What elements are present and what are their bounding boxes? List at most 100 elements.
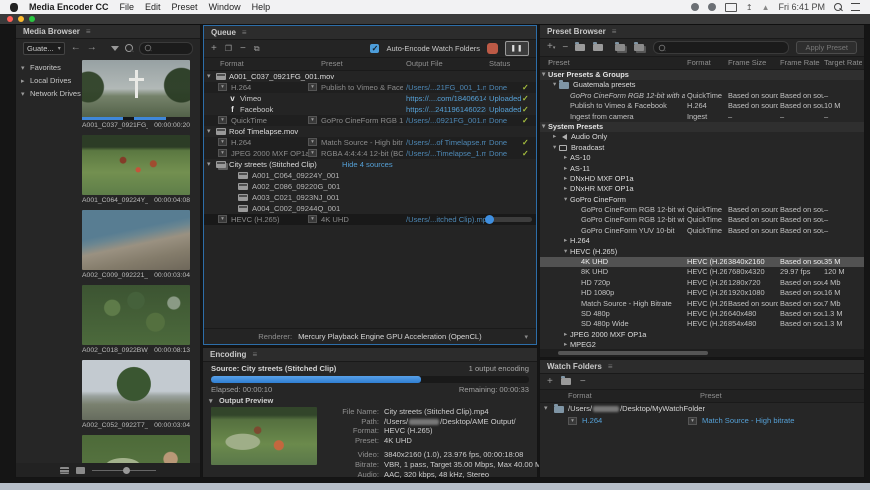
preset-row[interactable]: ▸JPEG 2000 MXF OP1a: [540, 330, 864, 340]
preset-row[interactable]: ▸H.264: [540, 236, 864, 246]
stop-queue-button[interactable]: [487, 43, 498, 54]
encoding-header[interactable]: Encoding ≡: [203, 348, 537, 362]
preset-row[interactable]: ▸DNxHR MXF OP1a: [540, 184, 864, 194]
col-target-rate[interactable]: Target Rate: [824, 57, 862, 69]
chevron-down-icon[interactable]: ▾: [564, 195, 567, 205]
col-preset[interactable]: Preset: [321, 58, 343, 70]
add-watch-folder-button[interactable]: +: [547, 377, 553, 387]
preset-row[interactable]: Match Source - High BitrateHEVC (H.265)B…: [540, 299, 864, 309]
preset-dropdown-icon[interactable]: ▾: [308, 149, 317, 157]
format-dropdown-icon[interactable]: ▾: [218, 149, 227, 157]
output-preset[interactable]: Publish to Vimeo & Face...: [321, 82, 403, 93]
preset-row[interactable]: ▸AS-10: [540, 153, 864, 163]
format-dropdown-icon[interactable]: ▾: [218, 116, 227, 124]
app-menu-title[interactable]: Media Encoder CC: [29, 2, 109, 12]
notification-center-icon[interactable]: [851, 3, 860, 11]
menu-item-edit[interactable]: Edit: [145, 2, 161, 12]
queue-row[interactable]: ▾H.264▾Match Source - High bitr.../Users…: [204, 137, 536, 148]
spotlight-search-icon[interactable]: [834, 3, 842, 11]
menu-item-preset[interactable]: Preset: [172, 2, 198, 12]
col-output-file[interactable]: Output File: [406, 58, 443, 70]
media-clip-thumbnail[interactable]: [82, 210, 190, 270]
watch-folder-output-row[interactable]: ▾ H.264 ▾ Match Source - High bitrate: [540, 415, 864, 427]
menu-item-window[interactable]: Window: [209, 2, 241, 12]
preset-settings-icon[interactable]: [593, 43, 604, 52]
preset-row[interactable]: Ingest from cameraIngest–––: [540, 112, 864, 122]
apple-icon[interactable]: [10, 3, 18, 12]
chevron-right-icon[interactable]: ▸: [564, 153, 567, 163]
delete-preset-button[interactable]: −: [562, 43, 568, 53]
output-file-path[interactable]: /Users/...21FG_001_1.mp4: [406, 82, 486, 93]
preset-row[interactable]: HD 1080pHEVC (H.265)1920x1080Based on so…: [540, 288, 864, 298]
upload-url[interactable]: https://....com/184066142: [406, 93, 486, 104]
output-preset[interactable]: 4K UHD: [321, 214, 403, 225]
preset-row[interactable]: ▾User Presets & Groups: [540, 70, 864, 80]
queue-row[interactable]: ▾JPEG 2000 MXF OP1a▾RGBA 4:4:4:4 12-bit …: [204, 148, 536, 159]
preset-row[interactable]: SD 480pHEVC (H.265)640x480Based on sourc…: [540, 309, 864, 319]
add-output-button[interactable]: ❐: [225, 44, 232, 54]
media-clip-thumbnail[interactable]: [82, 435, 190, 464]
preset-row[interactable]: GoPro CineForm RGB 12-bit with alphaQuic…: [540, 205, 864, 215]
preset-row[interactable]: ▾HEVC (H.265): [540, 247, 864, 257]
queue-row[interactable]: fFacebookhttps://...24119614602283Upload…: [204, 104, 536, 115]
hide-sources-link[interactable]: Hide 4 sources: [342, 159, 393, 170]
preset-search-input[interactable]: [653, 41, 789, 54]
panel-menu-icon[interactable]: ≡: [242, 26, 247, 39]
output-file-path[interactable]: /Users/...of Timelapse.mp4: [406, 137, 486, 148]
minimize-window-button[interactable]: [18, 16, 24, 22]
directory-dropdown[interactable]: Guate... ▾: [23, 42, 65, 55]
preset-row[interactable]: Publish to Vimeo & FacebookH.264Based on…: [540, 101, 864, 111]
col-frame-size[interactable]: Frame Size: [728, 57, 766, 69]
preset-dropdown-icon[interactable]: ▾: [688, 417, 697, 425]
queue-row[interactable]: A002_C086_09220G_001: [204, 181, 536, 192]
chevron-right-icon[interactable]: ▸: [564, 236, 567, 246]
output-preview-toggle[interactable]: ▾ Output Preview: [203, 394, 537, 406]
chevron-down-icon[interactable]: ▾: [553, 143, 556, 153]
upload-url[interactable]: https://...24119614602283: [406, 104, 486, 115]
watch-folder-preset[interactable]: Match Source - High bitrate: [702, 415, 794, 427]
file-type-filter-icon[interactable]: [125, 44, 133, 52]
queue-row[interactable]: ▾H.264▾Publish to Vimeo & Face.../Users/…: [204, 82, 536, 93]
preset-dropdown-icon[interactable]: ▾: [308, 138, 317, 146]
output-file-path[interactable]: /Users/...0921FG_001.mov: [406, 115, 486, 126]
queue-row[interactable]: vVimeohttps://....com/184066142Uploaded✓: [204, 93, 536, 104]
queue-row[interactable]: A003_C021_0923NJ_001: [204, 192, 536, 203]
list-view-icon[interactable]: [60, 467, 69, 474]
import-preset-icon[interactable]: [615, 43, 627, 52]
watch-folders-header[interactable]: Watch Folders ≡: [540, 360, 864, 374]
output-preset[interactable]: RGBA 4:4:4:4 12-bit (BC...: [321, 148, 403, 159]
chevron-down-icon[interactable]: ▾: [207, 159, 211, 170]
output-preset[interactable]: GoPro CineForm RGB 12...: [321, 115, 403, 126]
menu-item-file[interactable]: File: [120, 2, 135, 12]
queue-row[interactable]: ▾Roof Timelapse.mov: [204, 126, 536, 137]
output-file-path[interactable]: /Users/...Timelapse_1.mxf: [406, 148, 486, 159]
preset-row[interactable]: ▾System Presets: [540, 122, 864, 132]
col-status[interactable]: Status: [489, 58, 510, 70]
preset-row[interactable]: ▾GoPro CineForm: [540, 195, 864, 205]
watch-folder-path-row[interactable]: ▾ /Users//Desktop/MyWatchFolder: [540, 403, 864, 415]
queue-header[interactable]: Queue ≡: [204, 26, 536, 40]
thumbnail-size-slider[interactable]: [92, 470, 156, 471]
chevron-down-icon[interactable]: ▾: [542, 122, 545, 132]
col-frame-rate[interactable]: Frame Rate: [780, 57, 820, 69]
col-format[interactable]: Format: [220, 58, 244, 70]
sidebar-item-network-drives[interactable]: ▾Network Drives: [16, 87, 82, 100]
panel-menu-icon[interactable]: ≡: [86, 25, 91, 38]
chevron-down-icon[interactable]: ▾: [207, 71, 211, 82]
sidebar-item-local-drives[interactable]: ▸Local Drives: [16, 74, 82, 87]
preset-row[interactable]: ▸Audio Only: [540, 132, 864, 142]
create-preset-button[interactable]: +▾: [547, 42, 555, 53]
back-button[interactable]: ←: [71, 43, 81, 53]
chevron-down-icon[interactable]: ▾: [553, 80, 556, 90]
col-preset[interactable]: Preset: [700, 390, 722, 402]
preset-row[interactable]: 4K UHDHEVC (H.265)3840x2160Based on sour…: [540, 257, 864, 267]
preset-row[interactable]: GoPro CineForm RGB 12-bit with alpha...Q…: [540, 215, 864, 225]
panel-menu-icon[interactable]: ≡: [252, 348, 257, 361]
queue-row[interactable]: ▾City streets (Stitched Clip)Hide 4 sour…: [204, 159, 536, 170]
sidebar-item-favorites[interactable]: ▾Favorites: [16, 61, 82, 74]
add-source-button[interactable]: +: [211, 44, 217, 54]
duplicate-button[interactable]: ⧉: [254, 44, 260, 54]
media-clip-thumbnail[interactable]: [82, 135, 190, 195]
status-app-icon-2[interactable]: [708, 3, 716, 11]
preset-row[interactable]: SD 480p WideHEVC (H.265)854x480Based on …: [540, 319, 864, 329]
